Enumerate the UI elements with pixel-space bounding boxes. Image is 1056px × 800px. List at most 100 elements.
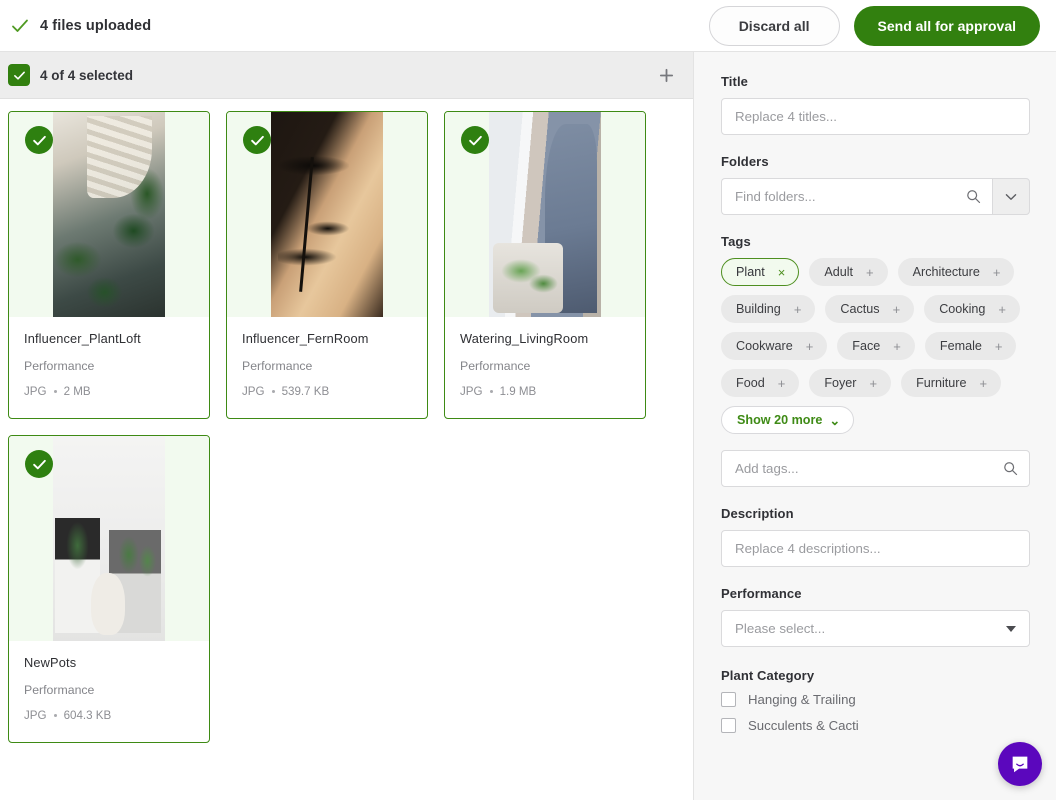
tag-chip-adult[interactable]: Adult + [809, 258, 888, 286]
file-size: 2 MB [63, 385, 91, 398]
tag-label: Architecture [912, 265, 980, 279]
file-card[interactable]: Influencer_PlantLoft Performance JPG 2 M… [8, 111, 210, 419]
show-more-label: Show 20 more [737, 413, 823, 427]
file-title: NewPots [24, 655, 77, 670]
chevron-down-icon [1005, 193, 1017, 200]
tag-add-icon[interactable]: + [794, 303, 802, 316]
tag-chip-female[interactable]: Female + [924, 332, 1017, 360]
check-icon [13, 71, 25, 80]
tag-add-icon[interactable]: + [870, 377, 878, 390]
file-format: JPG [460, 385, 483, 398]
file-card[interactable]: Watering_LivingRoom Performance JPG 1.9 … [444, 111, 646, 419]
file-subtitle: Performance [24, 683, 95, 697]
tag-add-icon[interactable]: + [995, 340, 1003, 353]
upload-review-screen: 4 files uploaded Discard all Send all fo… [0, 0, 1056, 800]
chat-widget-button[interactable] [998, 742, 1042, 786]
tag-add-icon[interactable]: + [893, 303, 901, 316]
tag-label: Plant [736, 265, 765, 279]
tag-add-icon[interactable]: + [866, 266, 874, 279]
tag-chip-architecture[interactable]: Architecture + [897, 258, 1015, 286]
chat-bubble-icon [1012, 756, 1028, 773]
file-format: JPG [242, 385, 265, 398]
tag-chip-building[interactable]: Building + [721, 295, 816, 323]
thumbnail-image [489, 112, 601, 317]
checkbox-label: Succulents & Cacti [748, 718, 859, 733]
checkbox-row-hanging-trailing[interactable]: Hanging & Trailing [721, 692, 1030, 707]
select-all-checkbox[interactable] [8, 64, 30, 86]
file-meta: Influencer_PlantLoft Performance JPG 2 M… [9, 317, 209, 418]
tag-chip-face[interactable]: Face + [837, 332, 915, 360]
check-icon [12, 19, 28, 32]
tag-label: Face [852, 339, 881, 353]
file-info: JPG 539.7 KB [242, 385, 413, 398]
add-tags-placeholder: Add tags... [735, 461, 799, 476]
file-meta: Influencer_FernRoom Performance JPG 539.… [227, 317, 427, 418]
tag-remove-icon[interactable]: × [778, 266, 786, 279]
tag-chip-furniture[interactable]: Furniture + [901, 369, 1002, 397]
tags-field-label: Tags [721, 234, 751, 249]
file-size: 1.9 MB [499, 385, 537, 398]
file-thumbnail [227, 112, 427, 317]
file-grid-scroll[interactable]: Influencer_PlantLoft Performance JPG 2 M… [0, 99, 693, 800]
thumbnail-image [53, 436, 165, 641]
checkbox[interactable] [721, 692, 736, 707]
folders-row: Find folders... [721, 178, 1030, 215]
description-field-label: Description [721, 506, 794, 521]
body-split: 4 of 4 selected Influencer_PlantLoft Per… [0, 52, 1056, 800]
tag-chip-foyer[interactable]: Foyer + [809, 369, 892, 397]
title-field-label: Title [721, 74, 748, 89]
tag-add-icon[interactable]: + [993, 266, 1001, 279]
performance-field-label: Performance [721, 586, 802, 601]
tag-add-icon[interactable]: + [778, 377, 786, 390]
metadata-panel: Title Replace 4 titles... Folders Find f… [694, 52, 1056, 800]
tag-add-icon[interactable]: + [806, 340, 814, 353]
tag-chip-food[interactable]: Food + [721, 369, 800, 397]
tag-add-icon[interactable]: + [998, 303, 1006, 316]
separator-dot [53, 390, 57, 393]
plus-icon [659, 68, 673, 82]
card-selected-badge[interactable] [25, 450, 53, 478]
folders-field-label: Folders [721, 154, 769, 169]
send-all-for-approval-button[interactable]: Send all for approval [853, 5, 1040, 46]
tag-add-icon[interactable]: + [980, 377, 988, 390]
card-selected-badge[interactable] [461, 126, 489, 154]
tag-label: Female [939, 339, 982, 353]
performance-select[interactable]: Please select... [721, 610, 1030, 647]
tag-chip-cooking[interactable]: Cooking + [924, 295, 1021, 323]
search-icon [967, 190, 981, 204]
checkbox[interactable] [721, 718, 736, 733]
tag-chip-cookware[interactable]: Cookware + [721, 332, 828, 360]
tag-label: Furniture [916, 376, 967, 390]
title-input[interactable]: Replace 4 titles... [721, 98, 1030, 135]
card-selected-badge[interactable] [25, 126, 53, 154]
add-tags-input[interactable]: Add tags... [721, 450, 1030, 487]
check-icon [32, 135, 46, 145]
description-placeholder: Replace 4 descriptions... [735, 541, 881, 556]
selection-bar: 4 of 4 selected [0, 52, 693, 99]
plant-category-label: Plant Category [721, 668, 815, 683]
search-icon [1004, 462, 1018, 476]
file-card[interactable]: Influencer_FernRoom Performance JPG 539.… [226, 111, 428, 419]
add-files-button[interactable] [653, 62, 679, 88]
folders-dropdown-button[interactable] [992, 178, 1030, 215]
checkbox-row-succulents-cacti[interactable]: Succulents & Cacti [721, 718, 1030, 733]
description-input[interactable]: Replace 4 descriptions... [721, 530, 1030, 567]
tag-label: Cookware [736, 339, 793, 353]
show-more-tags-button[interactable]: Show 20 more ⌄ [721, 406, 855, 434]
upload-status-label: 4 files uploaded [40, 17, 152, 34]
file-size: 604.3 KB [63, 709, 112, 722]
file-subtitle: Performance [24, 359, 95, 373]
tag-chip-plant[interactable]: Plant × [721, 258, 800, 286]
title-placeholder: Replace 4 titles... [735, 109, 837, 124]
tag-label: Foyer [824, 376, 857, 390]
discard-all-button[interactable]: Discard all [708, 5, 840, 46]
card-selected-badge[interactable] [243, 126, 271, 154]
folders-search-input[interactable]: Find folders... [721, 178, 992, 215]
file-card[interactable]: NewPots Performance JPG 604.3 KB [8, 435, 210, 743]
file-title: Watering_LivingRoom [460, 331, 589, 346]
tag-label: Food [736, 376, 765, 390]
tag-chip-cactus[interactable]: Cactus + [825, 295, 915, 323]
file-subtitle: Performance [242, 359, 313, 373]
tag-add-icon[interactable]: + [893, 340, 901, 353]
check-icon [32, 459, 46, 469]
